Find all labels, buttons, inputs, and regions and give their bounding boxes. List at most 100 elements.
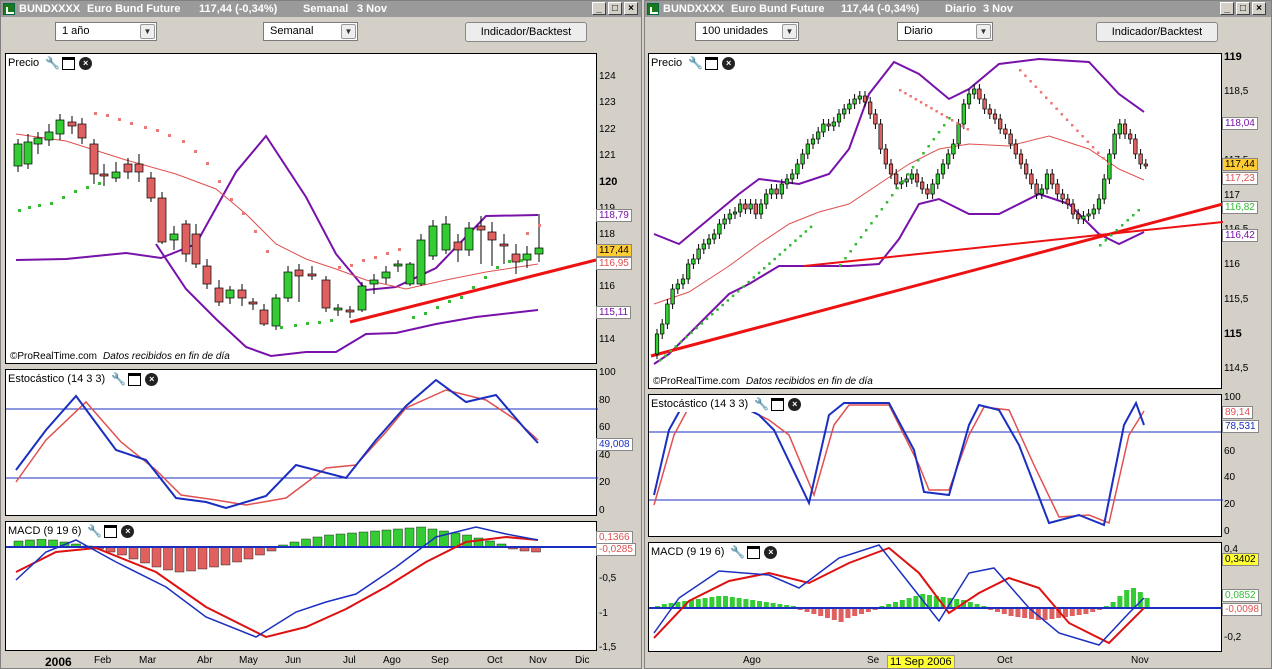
candle-body xyxy=(123,163,133,173)
moving-average xyxy=(653,135,1145,305)
close-button[interactable]: × xyxy=(624,2,638,15)
wrench-icon[interactable]: 🔧 xyxy=(45,56,60,70)
macd-bar xyxy=(301,538,311,548)
sar-dot xyxy=(1029,80,1032,83)
value-tag: 118,79 xyxy=(596,209,632,222)
macd-bar xyxy=(1144,598,1150,608)
window-icon[interactable] xyxy=(128,372,142,386)
indicator-backtest-button[interactable]: Indicador/Backtest xyxy=(1096,22,1218,42)
wrench-icon[interactable]: 🔧 xyxy=(87,524,102,538)
window-icon[interactable] xyxy=(62,56,76,70)
sar-dot xyxy=(130,122,133,125)
interval-select[interactable]: Semanal ▼ xyxy=(263,22,358,41)
maximize-button[interactable]: □ xyxy=(1236,2,1250,15)
chevron-down-icon[interactable]: ▼ xyxy=(341,24,356,39)
candle-body xyxy=(248,301,258,305)
sar-dot xyxy=(106,114,109,117)
chevron-down-icon[interactable]: ▼ xyxy=(140,24,155,39)
indicator-backtest-button[interactable]: Indicador/Backtest xyxy=(465,22,587,42)
macd-bar xyxy=(743,599,749,608)
wrench-icon[interactable]: 🔧 xyxy=(688,56,703,70)
candle-body xyxy=(393,263,403,267)
time-tick-label: Oct xyxy=(487,655,503,666)
sar-dot xyxy=(945,116,949,119)
value-tag: -0,0098 xyxy=(1222,603,1262,616)
candle-body xyxy=(748,203,753,210)
candle-body xyxy=(534,247,544,255)
candle-body xyxy=(992,113,998,120)
units-select[interactable]: 100 unidades ▼ xyxy=(695,22,799,41)
right-price-panel[interactable]: Precio 🔧 × ©ProRealTime.com Datos recibid… xyxy=(648,53,1223,389)
value-tag: 116,42 xyxy=(1222,229,1258,242)
close-button[interactable]: × xyxy=(1252,2,1266,15)
macd-bar xyxy=(723,596,728,608)
sar-dot xyxy=(948,117,951,120)
close-icon[interactable]: × xyxy=(722,56,736,70)
sar-dot xyxy=(1086,140,1090,143)
chevron-down-icon[interactable]: ▼ xyxy=(976,24,991,39)
candle-body xyxy=(862,95,868,103)
left-chart-window: BUNDXXXX Euro Bund Future 117,44 (-0,34%… xyxy=(0,0,642,669)
macd-bar xyxy=(1015,608,1021,617)
close-icon[interactable]: × xyxy=(145,372,159,386)
candle-body xyxy=(13,143,23,167)
chevron-down-icon[interactable]: ▼ xyxy=(782,24,797,39)
close-icon[interactable]: × xyxy=(121,524,135,538)
close-icon[interactable]: × xyxy=(79,56,93,70)
sar-dot xyxy=(711,313,714,316)
sar-dot xyxy=(50,202,53,205)
left-macd-plot xyxy=(6,526,598,639)
time-tick-label: Sep xyxy=(431,655,449,666)
right-title-bar: BUNDXXXX Euro Bund Future 117,44 (-0,34%… xyxy=(645,1,1271,17)
sar-dot xyxy=(460,296,463,299)
panel-title: Estocástico (14 3 3) xyxy=(651,398,749,410)
value-tag: 49,008 xyxy=(596,438,633,451)
window-icon[interactable] xyxy=(771,397,785,411)
macd-bar xyxy=(220,546,231,566)
minimize-button[interactable]: _ xyxy=(1220,2,1234,15)
panel-header: Precio 🔧 × xyxy=(8,55,97,71)
range-select[interactable]: 1 año ▼ xyxy=(55,22,157,41)
axis-tick-label: 40 xyxy=(599,449,611,461)
right-chart-window: BUNDXXXX Euro Bund Future 117,44 (-0,34%… xyxy=(644,0,1272,669)
candle-body xyxy=(1143,163,1148,167)
candle-body xyxy=(1039,188,1044,195)
interval-value: Diario xyxy=(904,25,933,37)
macd-bar xyxy=(370,530,380,548)
price-candles xyxy=(654,84,1148,359)
left-stochastic-panel[interactable]: Estocástico (14 3 3) 🔧 × xyxy=(5,369,598,516)
title-name: Euro Bund Future xyxy=(87,3,181,15)
wrench-icon[interactable]: 🔧 xyxy=(754,397,769,411)
candle-body xyxy=(1112,133,1117,155)
sar-dot xyxy=(794,239,797,242)
window-icon[interactable] xyxy=(104,524,118,538)
right-macd-panel[interactable]: MACD (9 19 6) 🔧 × xyxy=(648,542,1223,652)
window-icon[interactable] xyxy=(747,545,761,559)
candle-body xyxy=(810,138,816,145)
interval-select[interactable]: Diario ▼ xyxy=(897,22,993,41)
left-macd-panel[interactable]: MACD (9 19 6) 🔧 × xyxy=(5,521,598,651)
macd-bar xyxy=(243,546,254,560)
axis-tick-label: -0,5 xyxy=(599,573,617,584)
sar-dot xyxy=(891,194,894,197)
axis-tick-label: 0 xyxy=(599,505,605,516)
right-stochastic-panel[interactable]: Estocástico (14 3 3) 🔧 × xyxy=(648,394,1223,537)
window-icon[interactable] xyxy=(705,56,719,70)
value-tag: 116,82 xyxy=(1222,201,1258,214)
candle-body xyxy=(831,121,836,127)
axis-tick-label: 117 xyxy=(1224,189,1240,201)
minimize-button[interactable]: _ xyxy=(592,2,606,15)
sar-dot xyxy=(685,336,688,339)
wrench-icon[interactable]: 🔧 xyxy=(730,545,745,559)
footer-brand: ©ProRealTime.com xyxy=(653,376,741,387)
close-icon[interactable]: × xyxy=(788,397,802,411)
candle-body xyxy=(157,197,167,243)
close-icon[interactable]: × xyxy=(764,545,778,559)
candle-body xyxy=(1138,153,1143,165)
left-price-panel[interactable]: Precio 🔧 × ©ProRealTime.com Datos recibid… xyxy=(5,53,597,364)
maximize-button[interactable]: □ xyxy=(608,2,622,15)
sar-dot xyxy=(1039,91,1043,94)
sar-dot xyxy=(700,322,704,325)
wrench-icon[interactable]: 🔧 xyxy=(111,372,126,386)
sar-dot xyxy=(1034,85,1038,88)
